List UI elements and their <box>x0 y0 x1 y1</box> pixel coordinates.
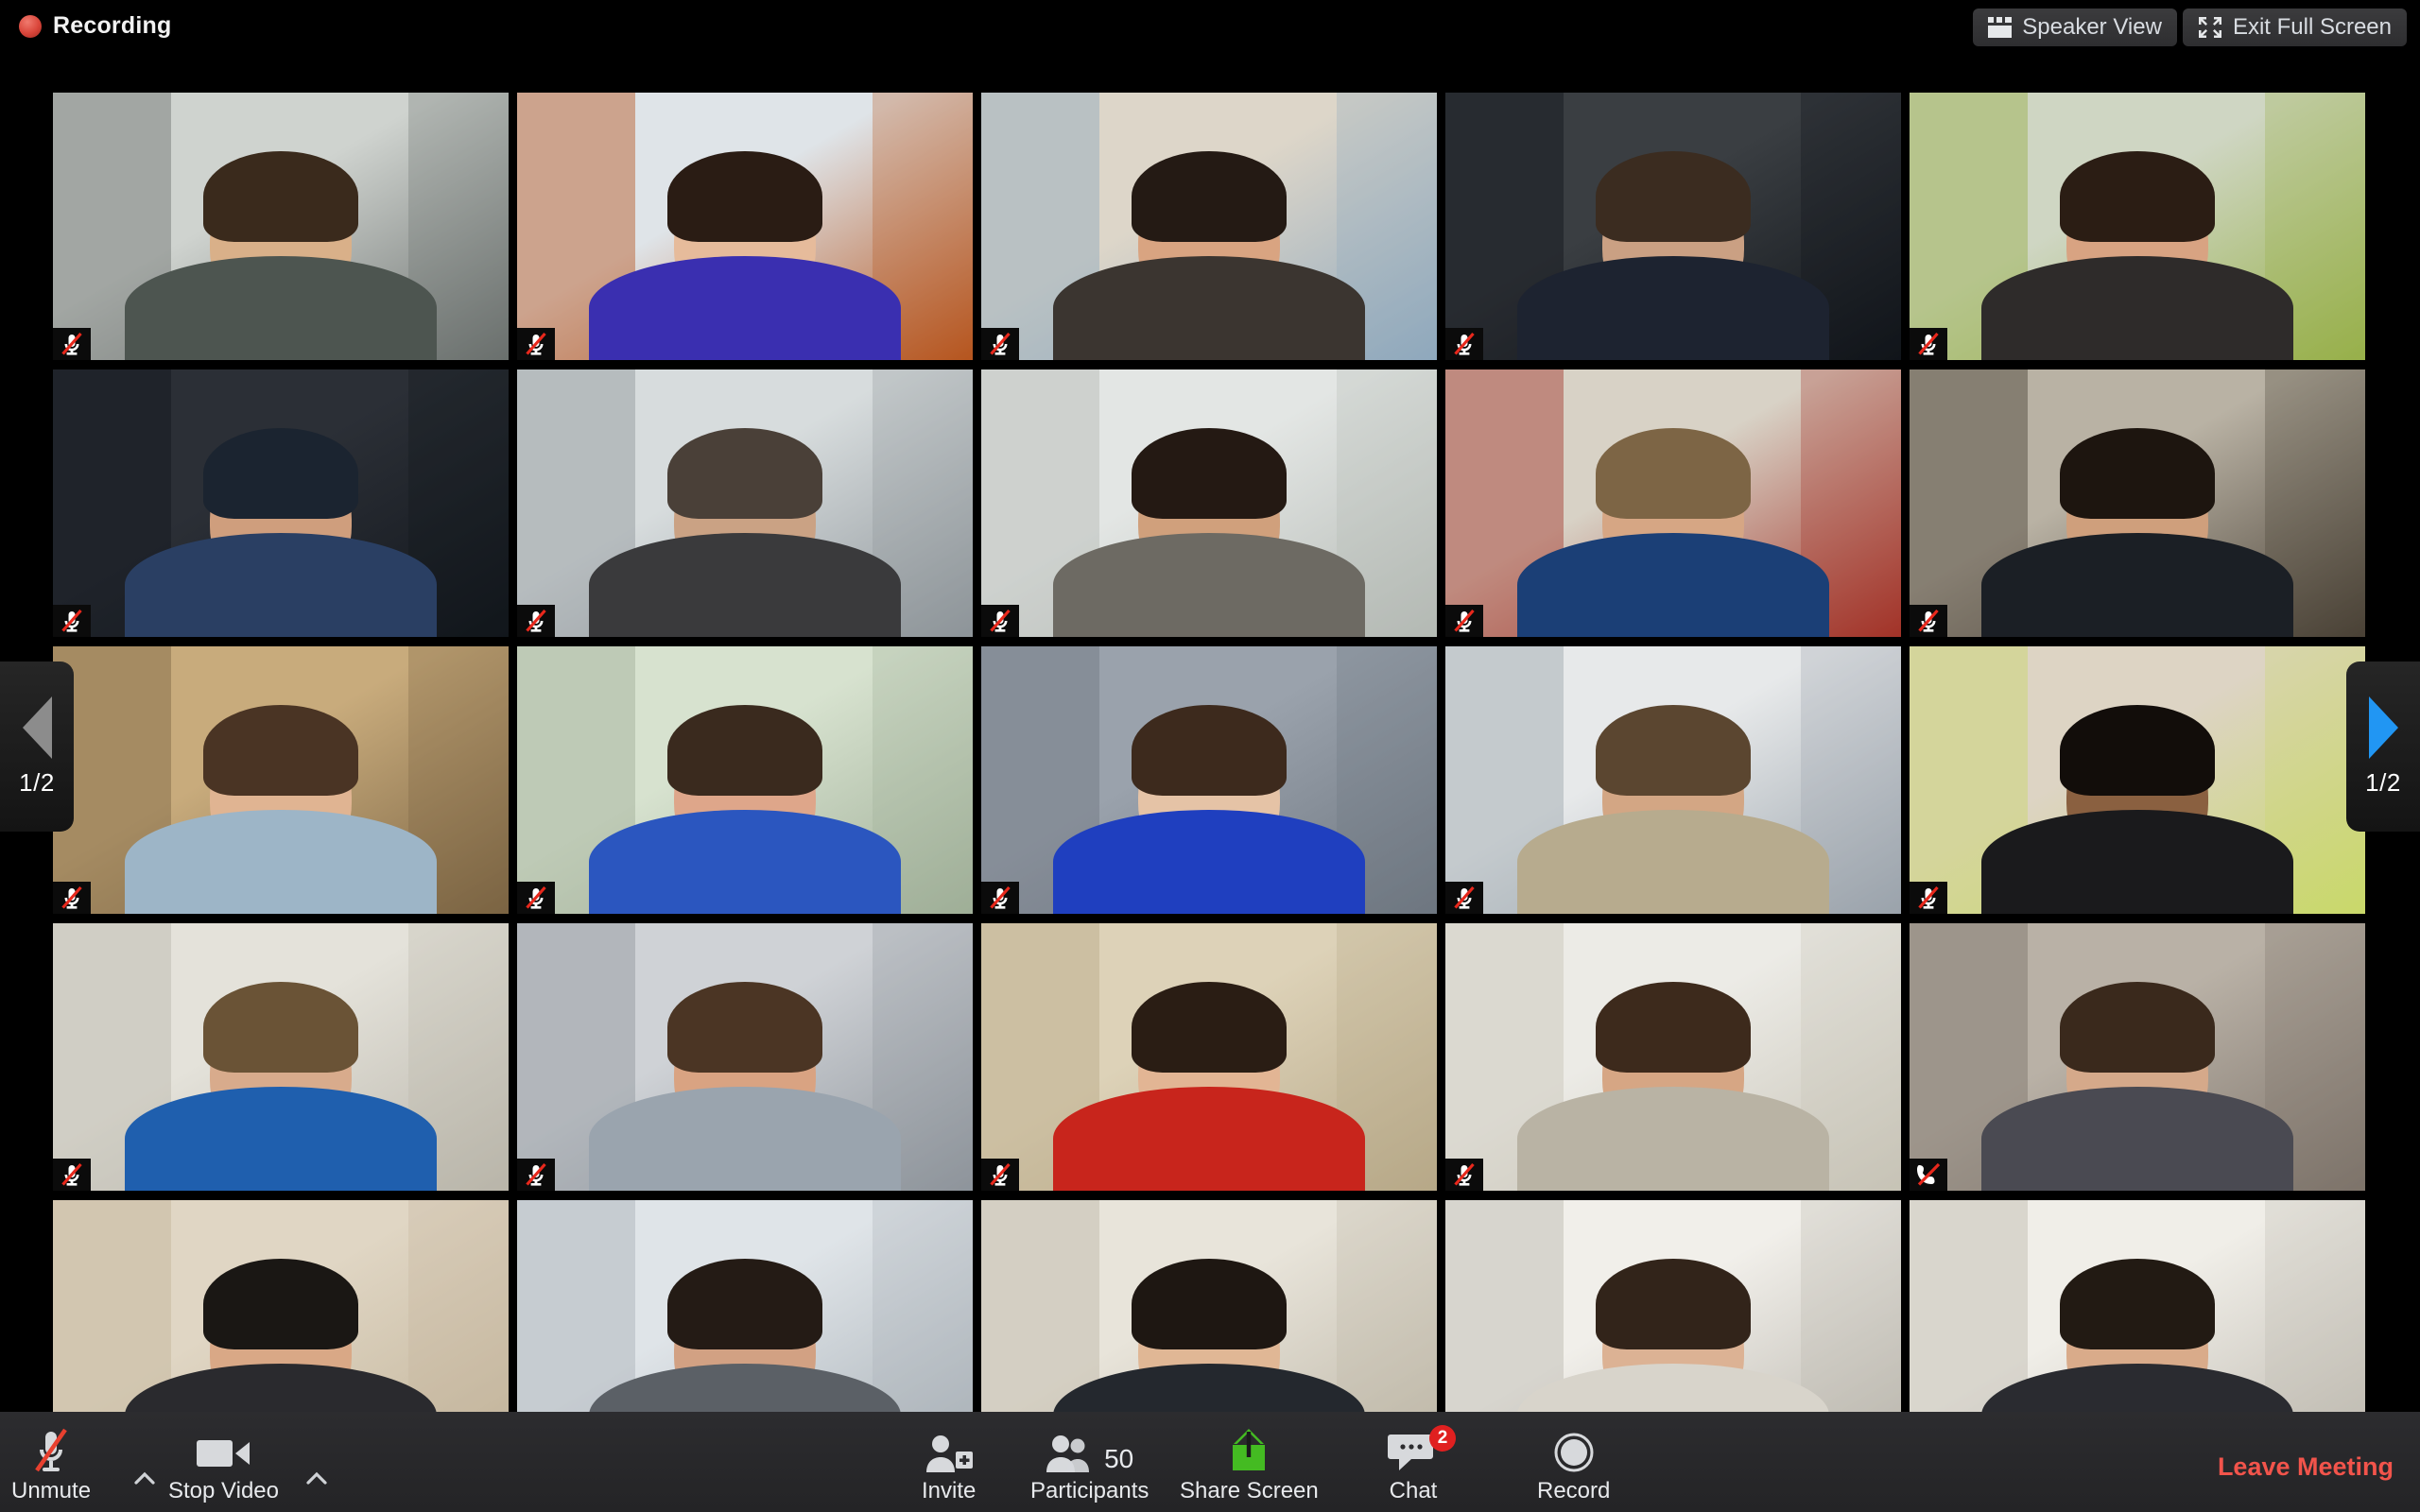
mic-muted-icon <box>1910 328 1947 360</box>
next-page-button[interactable]: 1/2 <box>2346 662 2420 832</box>
chevron-left-icon <box>22 696 52 759</box>
mic-muted-icon <box>53 1159 91 1191</box>
top-bar: Recording Speaker View Exit Full Screen <box>0 0 2420 53</box>
share-screen-label: Share Screen <box>1180 1478 1319 1503</box>
mic-muted-icon <box>517 328 555 360</box>
mic-muted-icon <box>53 882 91 914</box>
mic-muted-icon <box>981 605 1019 637</box>
chat-button[interactable]: 2 Chat <box>1388 1425 1456 1504</box>
participant-tile[interactable] <box>981 93 1437 360</box>
chevron-right-icon <box>2368 696 2398 759</box>
chat-bubble-icon: 2 <box>1388 1425 1456 1474</box>
mic-muted-icon <box>1910 605 1947 637</box>
participant-tile[interactable] <box>517 646 973 914</box>
camera-icon <box>195 1427 253 1474</box>
mic-muted-icon <box>981 328 1019 360</box>
grid-layout-icon <box>1988 17 2013 38</box>
speaker-view-button[interactable]: Speaker View <box>1973 9 2177 46</box>
participant-tile[interactable] <box>53 646 509 914</box>
mic-muted-icon <box>53 328 91 360</box>
previous-page-button[interactable]: 1/2 <box>0 662 74 832</box>
participants-label: Participants <box>1030 1478 1150 1503</box>
mic-muted-icon <box>517 882 555 914</box>
participant-tile[interactable] <box>53 93 509 360</box>
exit-full-screen-label: Exit Full Screen <box>2232 14 2392 40</box>
participant-tile[interactable] <box>517 369 973 637</box>
participant-tile[interactable] <box>517 93 973 360</box>
audio-options-chevron-up-icon[interactable] <box>132 1467 157 1491</box>
zoom-meeting-window: Recording Speaker View Exit Full Screen … <box>0 0 2420 1512</box>
mic-muted-icon <box>1445 605 1483 637</box>
mic-muted-icon <box>1910 882 1947 914</box>
recording-dot-icon <box>19 14 42 38</box>
invite-label: Invite <box>922 1478 977 1503</box>
unmute-button[interactable]: Unmute <box>11 1427 91 1504</box>
participant-tile[interactable] <box>1910 369 2365 637</box>
phone-muted-icon <box>1910 1159 1947 1191</box>
speaker-view-label: Speaker View <box>2022 14 2162 40</box>
exit-fullscreen-icon <box>2198 16 2222 39</box>
mic-muted-icon <box>981 882 1019 914</box>
participant-tile[interactable] <box>1445 93 1901 360</box>
participant-tile[interactable] <box>1910 93 2365 360</box>
mic-muted-icon <box>53 605 91 637</box>
mic-muted-icon <box>981 1159 1019 1191</box>
unmute-label: Unmute <box>11 1478 92 1503</box>
page-indicator-right: 1/2 <box>2365 767 2401 797</box>
people-icon: 50 <box>1046 1427 1133 1474</box>
meeting-toolbar: Unmute Stop Video Invite 50 Participants… <box>0 1412 2420 1512</box>
participant-tile[interactable] <box>1445 646 1901 914</box>
mic-muted-icon <box>517 1159 555 1191</box>
participant-tile[interactable] <box>1910 923 2365 1191</box>
invite-button[interactable]: Invite <box>922 1427 976 1504</box>
participants-count: 50 <box>1104 1444 1134 1473</box>
participant-tile[interactable] <box>1445 923 1901 1191</box>
participant-tile[interactable] <box>981 369 1437 637</box>
record-button[interactable]: Record <box>1537 1427 1610 1504</box>
participant-tile[interactable] <box>1910 646 2365 914</box>
person-add-icon <box>925 1427 974 1474</box>
mic-muted-icon <box>1445 1159 1483 1191</box>
exit-full-screen-button[interactable]: Exit Full Screen <box>2182 9 2407 46</box>
chat-unread-badge: 2 <box>1429 1425 1456 1452</box>
mic-muted-icon <box>517 605 555 637</box>
stop-video-button[interactable]: Stop Video <box>168 1427 279 1504</box>
mic-muted-icon <box>1445 882 1483 914</box>
leave-meeting-button[interactable]: Leave Meeting <box>2218 1452 2394 1482</box>
mic-muted-icon <box>1445 328 1483 360</box>
participant-tile[interactable] <box>53 369 509 637</box>
share-screen-icon <box>1222 1427 1275 1474</box>
participants-button[interactable]: 50 Participants <box>1030 1427 1149 1504</box>
mic-muted-icon <box>29 1427 73 1474</box>
view-controls: Speaker View Exit Full Screen <box>1973 9 2407 46</box>
recording-label: Recording <box>53 12 172 39</box>
participant-tile[interactable] <box>981 923 1437 1191</box>
record-circle-icon <box>1551 1427 1597 1474</box>
record-label: Record <box>1537 1478 1611 1503</box>
participant-tile[interactable] <box>517 923 973 1191</box>
video-options-chevron-up-icon[interactable] <box>304 1467 329 1491</box>
stop-video-label: Stop Video <box>168 1478 279 1503</box>
chat-label: Chat <box>1389 1478 1438 1503</box>
page-indicator-left: 1/2 <box>19 767 55 797</box>
recording-indicator: Recording <box>19 12 171 40</box>
participant-tile[interactable] <box>981 646 1437 914</box>
participant-tile[interactable] <box>53 923 509 1191</box>
participant-gallery-grid <box>53 93 2367 1468</box>
participant-tile[interactable] <box>1445 369 1901 637</box>
share-screen-button[interactable]: Share Screen <box>1180 1427 1319 1504</box>
